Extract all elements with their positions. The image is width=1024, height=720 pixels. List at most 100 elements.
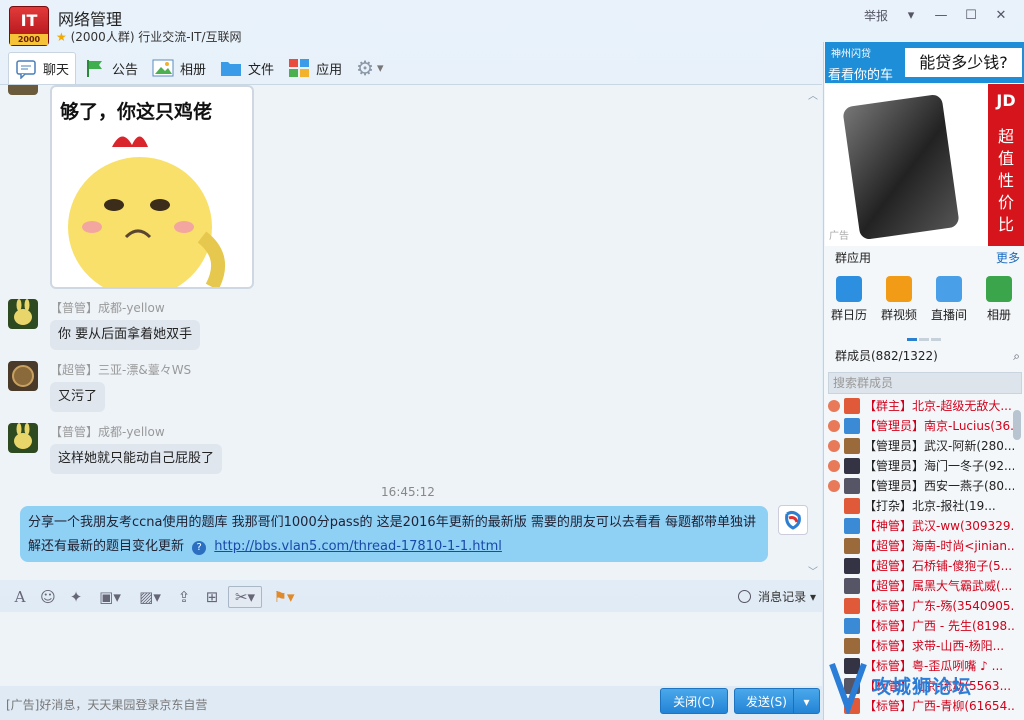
- gift-icon[interactable]: ⊞: [200, 586, 224, 608]
- app-label: 群视频: [880, 308, 917, 322]
- history-label: 消息记录: [758, 590, 807, 604]
- upload-icon[interactable]: ⇪: [172, 586, 196, 608]
- message-input[interactable]: [0, 612, 822, 686]
- member-avatar[interactable]: [844, 518, 860, 534]
- member-role: 【管理员】: [864, 419, 925, 433]
- ad-banner-right: 能贷多少钱?: [905, 48, 1022, 77]
- input-toolbar: A ☺ ✦ ▣▾ ▨▾ ⇪ ⊞ ✂▾ ⚑▾ 消息记录 ▾: [0, 582, 822, 612]
- magic-wand-icon[interactable]: ✦: [64, 586, 88, 608]
- report-button[interactable]: 举报: [856, 6, 896, 26]
- member-role: 【管理员】: [864, 459, 925, 473]
- app-calendar[interactable]: 群日历: [824, 272, 874, 332]
- settings-button[interactable]: ⚙ ▾: [350, 52, 389, 84]
- member-row[interactable]: 【群主】北京-超级无敌大...: [824, 396, 1014, 416]
- ad-banner[interactable]: 神州闪贷 看看你的车 能贷多少钱?: [825, 42, 1024, 83]
- send-button[interactable]: 发送(S) ▾: [734, 688, 820, 714]
- group-logo[interactable]: IT 2000: [9, 6, 49, 46]
- member-avatar[interactable]: [844, 578, 860, 594]
- member-avatar[interactable]: [844, 478, 860, 494]
- member-avatar[interactable]: [844, 618, 860, 634]
- member-name: 石桥铺-傻狍子(5...: [912, 559, 1013, 573]
- send-options-button[interactable]: ▾: [793, 689, 819, 713]
- members-header: 群成员(882/1322) ⌕: [825, 345, 1024, 367]
- tab-announcement[interactable]: 公告: [78, 52, 144, 84]
- member-role: 【管理员】: [864, 439, 925, 453]
- bottom-ad-text[interactable]: [广告]好消息，天天果园登录京东自营: [6, 696, 207, 713]
- message-sender[interactable]: 【普管】成都-yellow: [50, 423, 165, 440]
- member-avatar[interactable]: [844, 438, 860, 454]
- avatar[interactable]: [8, 85, 38, 95]
- member-role: 【超管】: [864, 559, 913, 573]
- dropdown-icon[interactable]: ▾: [896, 6, 926, 26]
- member-row[interactable]: 【标管】求带-山西-杨阳...: [824, 636, 1014, 656]
- ad-image[interactable]: JD 超值性价比 广告: [825, 84, 1024, 246]
- member-avatar[interactable]: [844, 498, 860, 514]
- message-bubble: 这样她就只能动自己屁股了: [50, 444, 223, 474]
- app-album[interactable]: 相册: [974, 272, 1024, 332]
- chat-panel[interactable]: 够了，你这只鸡佬 【普管】成都-yellow 你 要从后面拿着她双手 【超管】三…: [0, 84, 822, 580]
- tab-chat[interactable]: 聊天: [8, 52, 77, 84]
- search-icon[interactable]: ⌕: [1013, 345, 1020, 367]
- bell-icon[interactable]: ⚑▾: [266, 586, 302, 608]
- tab-files[interactable]: 文件: [214, 52, 280, 84]
- message-link[interactable]: http://bbs.vlan5.com/thread-17810-1-1.ht…: [214, 539, 502, 554]
- member-row[interactable]: 【管理员】海门一冬子(92...: [824, 456, 1014, 476]
- member-avatar[interactable]: [844, 538, 860, 554]
- member-scrollbar[interactable]: [1013, 410, 1021, 440]
- member-avatar[interactable]: [844, 638, 860, 654]
- jd-logo: JD: [996, 91, 1016, 110]
- close-icon[interactable]: ✕: [986, 6, 1016, 26]
- apps-pager[interactable]: [907, 330, 943, 344]
- font-icon[interactable]: A: [8, 586, 32, 608]
- member-name: 北京-报社(19...: [912, 499, 996, 513]
- member-row[interactable]: 【管理员】西安一燕子(80...: [824, 476, 1014, 496]
- member-row[interactable]: 【标管】广东-殇(3540905...: [824, 596, 1014, 616]
- member-row[interactable]: 【管理员】武汉-阿新(280...: [824, 436, 1014, 456]
- member-row[interactable]: 【打杂】北京-报社(19...: [824, 496, 1014, 516]
- group-title[interactable]: 网络管理: [58, 6, 122, 30]
- my-avatar[interactable]: [778, 505, 808, 535]
- member-avatar[interactable]: [844, 558, 860, 574]
- member-row[interactable]: 【超管】海南-时尚<jinian...: [824, 536, 1014, 556]
- app-label: 相册: [986, 308, 1011, 322]
- member-row[interactable]: 【超管】属黑大气霸武威(...: [824, 576, 1014, 596]
- scissors-icon[interactable]: ✂▾: [228, 586, 262, 608]
- message-sender[interactable]: 【普管】成都-yellow: [50, 299, 165, 316]
- member-search-input[interactable]: 搜索群成员: [828, 372, 1022, 394]
- avatar[interactable]: [8, 299, 38, 329]
- tab-album-label: 相册: [180, 62, 207, 78]
- ad-banner-left: 看看你的车: [828, 68, 894, 83]
- shake-icon[interactable]: ▣▾: [92, 586, 128, 608]
- avatar[interactable]: [8, 423, 38, 453]
- emoji-icon[interactable]: ☺: [36, 586, 60, 608]
- minimize-icon[interactable]: —: [926, 6, 956, 26]
- sticker-image[interactable]: 够了，你这只鸡佬: [50, 85, 254, 289]
- close-button[interactable]: 关闭(C): [660, 688, 728, 714]
- member-avatar[interactable]: [844, 458, 860, 474]
- member-status-icon: [828, 640, 840, 652]
- message-sender[interactable]: 【超管】三亚-漂&薹々WS: [50, 361, 191, 378]
- avatar[interactable]: [8, 361, 38, 391]
- app-live[interactable]: 直播间: [924, 272, 974, 332]
- member-avatar[interactable]: [844, 418, 860, 434]
- chat-icon: [15, 59, 37, 80]
- maximize-icon[interactable]: ☐: [956, 6, 986, 26]
- app-label: 直播间: [930, 308, 967, 322]
- tab-album[interactable]: 相册: [146, 52, 212, 84]
- member-avatar[interactable]: [844, 398, 860, 414]
- shield-icon: ?: [192, 541, 207, 555]
- group-apps: 群日历 群视频 直播间 相册: [824, 272, 1024, 332]
- member-avatar[interactable]: [844, 598, 860, 614]
- scroll-up-icon[interactable]: ︿: [808, 87, 818, 102]
- app-video[interactable]: 群视频: [874, 272, 924, 332]
- more-link[interactable]: 更多: [996, 247, 1020, 269]
- member-row[interactable]: 【管理员】南京-Lucius(36...: [824, 416, 1014, 436]
- tab-apps[interactable]: 应用: [282, 52, 348, 84]
- member-row[interactable]: 【神管】武汉-ww(309329...: [824, 516, 1014, 536]
- tab-bar: 聊天 公告 相册 文件 应用 ⚙ ▾: [8, 52, 392, 84]
- image-icon[interactable]: ▨▾: [132, 586, 168, 608]
- member-row[interactable]: 【超管】石桥铺-傻狍子(5...: [824, 556, 1014, 576]
- history-button[interactable]: 消息记录 ▾: [738, 588, 816, 605]
- scroll-down-icon[interactable]: ﹀: [808, 563, 818, 578]
- member-row[interactable]: 【标管】广西 - 先生(8198...: [824, 616, 1014, 636]
